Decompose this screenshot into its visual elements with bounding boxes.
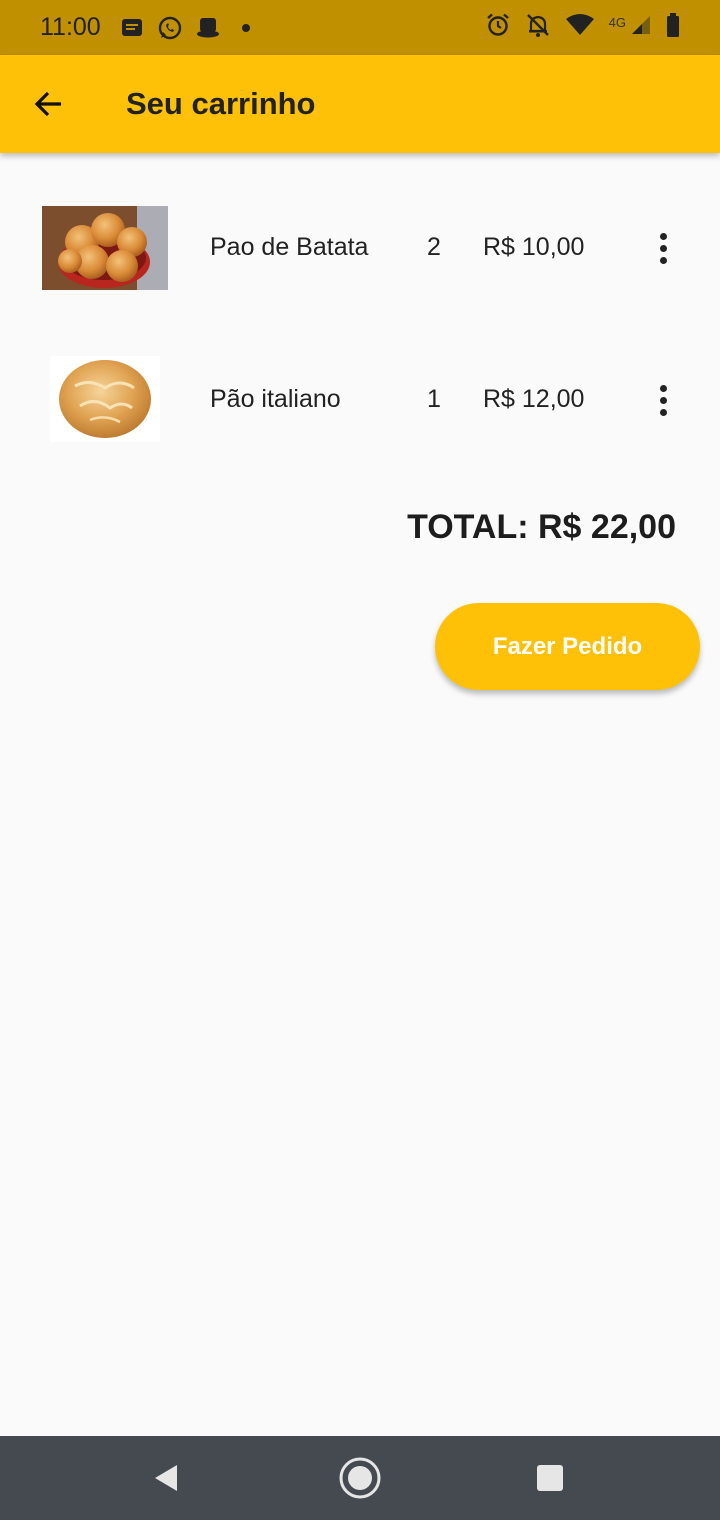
more-vert-icon-dot: [659, 244, 667, 252]
nav-recents-button[interactable]: [528, 1456, 572, 1500]
app-bar: Seu carrinho: [0, 55, 720, 153]
back-triangle-icon: [155, 1465, 177, 1491]
more-options-button[interactable]: [643, 218, 683, 278]
more-vert-icon-dot: [659, 408, 667, 416]
dot-icon: [233, 15, 259, 41]
system-nav-bar: [0, 1436, 720, 1520]
recents-square-icon: [537, 1465, 563, 1491]
alarm-icon: [485, 12, 511, 43]
item-price: R$ 10,00: [483, 233, 585, 261]
item-quantity: 1: [427, 385, 441, 413]
potato-bread-rolls-image: [42, 206, 168, 290]
nav-home-button[interactable]: [338, 1456, 382, 1500]
place-order-button[interactable]: Fazer Pedido: [435, 603, 700, 690]
more-options-button[interactable]: [643, 370, 683, 430]
hat-icon: [195, 15, 221, 41]
back-button[interactable]: [19, 74, 79, 134]
cart-item: Pao de Batata 2 R$ 10,00: [0, 198, 720, 298]
arrow-back-icon: [34, 91, 61, 117]
more-vert-icon-dot: [659, 396, 667, 404]
battery-icon: [666, 12, 680, 43]
item-name: Pao de Batata: [210, 233, 369, 261]
whatsapp-icon: [157, 15, 183, 41]
message-icon: [119, 15, 145, 41]
item-name: Pão italiano: [210, 385, 341, 413]
nav-back-button[interactable]: [144, 1456, 188, 1500]
more-vert-icon: [659, 384, 667, 392]
cart-total: TOTAL: R$ 22,00: [407, 508, 676, 546]
italian-bread-loaf-image: [50, 356, 160, 442]
item-price: R$ 12,00: [483, 385, 585, 413]
notifications-off-icon: [525, 12, 551, 43]
more-vert-icon-dot: [659, 256, 667, 264]
more-vert-icon: [659, 232, 667, 240]
status-time: 11:00: [40, 13, 101, 41]
item-quantity: 2: [427, 233, 441, 261]
cart-item: Pão italiano 1 R$ 12,00: [0, 350, 720, 450]
status-bar: 11:00 4G: [0, 0, 720, 55]
wifi-icon: [565, 13, 595, 42]
home-circle-icon: [339, 1457, 381, 1499]
status-right-icons: 4G: [485, 0, 680, 55]
network-type-label: 4G: [608, 15, 626, 30]
page-title: Seu carrinho: [126, 86, 316, 121]
signal-icon: [630, 14, 652, 41]
